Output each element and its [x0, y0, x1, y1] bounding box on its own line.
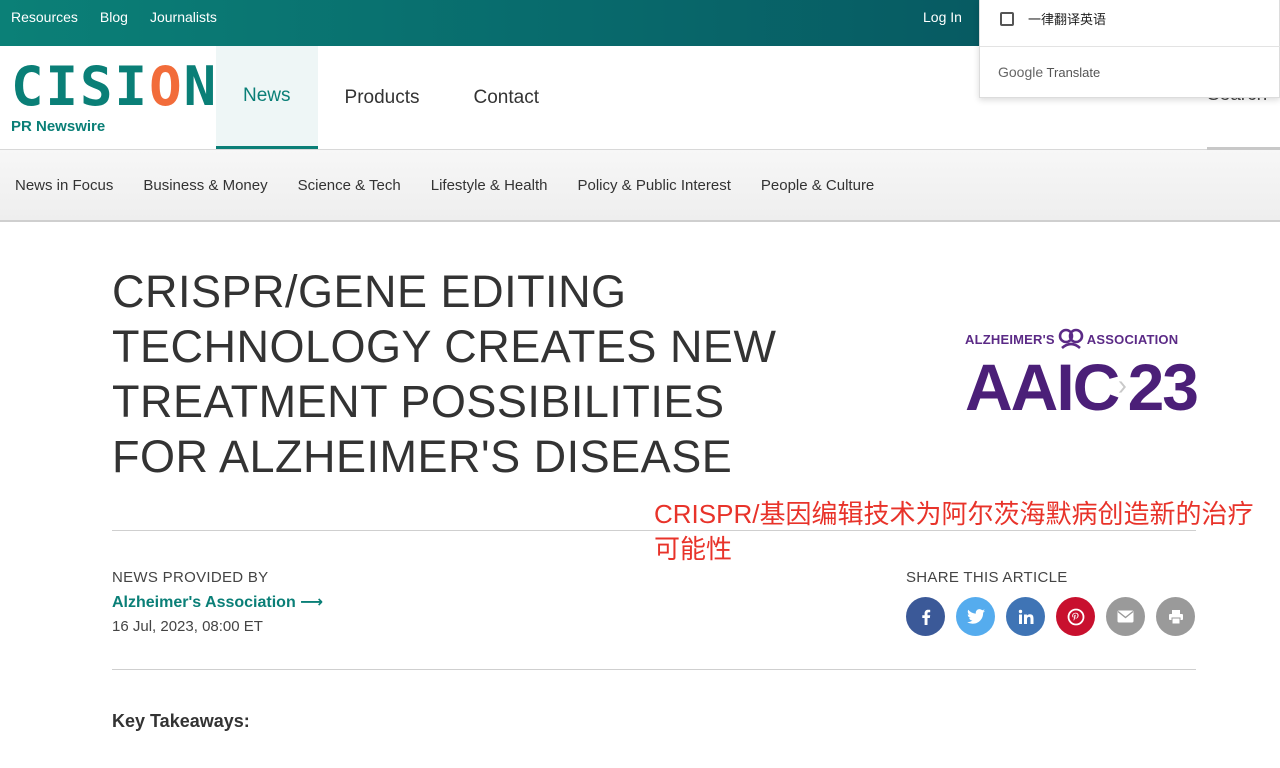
aaic-23-logo: ALZHEIMER'S ASSOCIATION AAIC 23 — [965, 328, 1199, 432]
chevron-right-icon — [1119, 381, 1127, 393]
article-headline: CRISPR/GENE EDITING TECHNOLOGY CREATES N… — [112, 266, 777, 482]
divider-top — [112, 530, 1196, 531]
cision-wordmark: CISION — [11, 55, 217, 118]
google-translate-popup: 一律翻译英语 Google Translate — [979, 0, 1280, 98]
share-icons — [906, 597, 1195, 636]
category-lifestyle-health[interactable]: Lifestyle & Health — [431, 177, 548, 194]
always-translate-checkbox[interactable] — [1000, 11, 1014, 26]
translate-wordmark: Translate — [1046, 65, 1101, 80]
main-nav: News Products Contact — [216, 46, 566, 150]
print-icon — [1168, 609, 1183, 624]
facebook-share-button[interactable] — [906, 597, 945, 636]
linkedin-share-button[interactable] — [1006, 597, 1045, 636]
popup-divider — [980, 46, 1280, 47]
resources-link[interactable]: Resources — [11, 9, 78, 25]
always-translate-row[interactable]: 一律翻译英语 — [1000, 9, 1106, 28]
category-science-tech[interactable]: Science & Tech — [298, 177, 401, 194]
nav-contact[interactable]: Contact — [447, 46, 566, 149]
page: Resources Blog Journalists Log In CISION… — [0, 0, 1280, 768]
category-people-culture[interactable]: People & Culture — [761, 177, 874, 194]
arrow-right-icon: ⟶ — [300, 594, 324, 611]
always-translate-label: 一律翻译英语 — [1028, 12, 1107, 27]
pinterest-icon — [1067, 608, 1084, 625]
print-share-button[interactable] — [1156, 597, 1195, 636]
google-wordmark: Google — [998, 64, 1044, 80]
logo-subtitle: PR Newswire — [11, 118, 106, 135]
association-symbol-icon — [1058, 328, 1084, 350]
provided-by-label: NEWS PROVIDED BY — [112, 569, 269, 586]
email-share-button[interactable] — [1106, 597, 1145, 636]
facebook-icon — [921, 609, 930, 625]
share-label: SHARE THIS ARTICLE — [906, 569, 1068, 586]
category-bar: News in Focus Business & Money Science &… — [0, 150, 1280, 222]
login-link[interactable]: Log In — [923, 9, 962, 25]
divider-bottom — [112, 669, 1196, 670]
category-business-money[interactable]: Business & Money — [143, 177, 267, 194]
nav-news[interactable]: News — [216, 46, 318, 149]
pinterest-share-button[interactable] — [1056, 597, 1095, 636]
headline-translation: CRISPR/基因编辑技术为阿尔茨海默病创造新的治疗可能性 — [654, 499, 1254, 564]
linkedin-icon — [1018, 609, 1033, 624]
aaic-wordmark: AAIC 23 — [965, 350, 1199, 424]
provider-link[interactable]: Alzheimer's Association ⟶ — [112, 592, 323, 612]
email-icon — [1117, 610, 1134, 623]
blog-link[interactable]: Blog — [100, 9, 128, 25]
google-translate-brand: Google Translate — [998, 64, 1100, 80]
publish-date: 16 Jul, 2023, 08:00 ET — [112, 618, 263, 635]
utility-links: Resources Blog Journalists — [11, 9, 217, 25]
cision-logo[interactable]: CISION PR Newswire — [11, 55, 217, 140]
news-provided-by: NEWS PROVIDED BY Alzheimer's Association… — [112, 569, 323, 635]
key-takeaways-heading: Key Takeaways: — [112, 711, 250, 731]
journalists-link[interactable]: Journalists — [150, 9, 217, 25]
share-article: SHARE THIS ARTICLE — [906, 569, 1195, 636]
twitter-icon — [966, 609, 985, 624]
category-policy-public-interest[interactable]: Policy & Public Interest — [577, 177, 730, 194]
category-list: News in Focus Business & Money Science &… — [15, 177, 874, 194]
twitter-share-button[interactable] — [956, 597, 995, 636]
nav-products[interactable]: Products — [318, 46, 447, 149]
alzheimers-association-wordmark: ALZHEIMER'S ASSOCIATION — [965, 328, 1197, 350]
category-news-in-focus[interactable]: News in Focus — [15, 177, 113, 194]
